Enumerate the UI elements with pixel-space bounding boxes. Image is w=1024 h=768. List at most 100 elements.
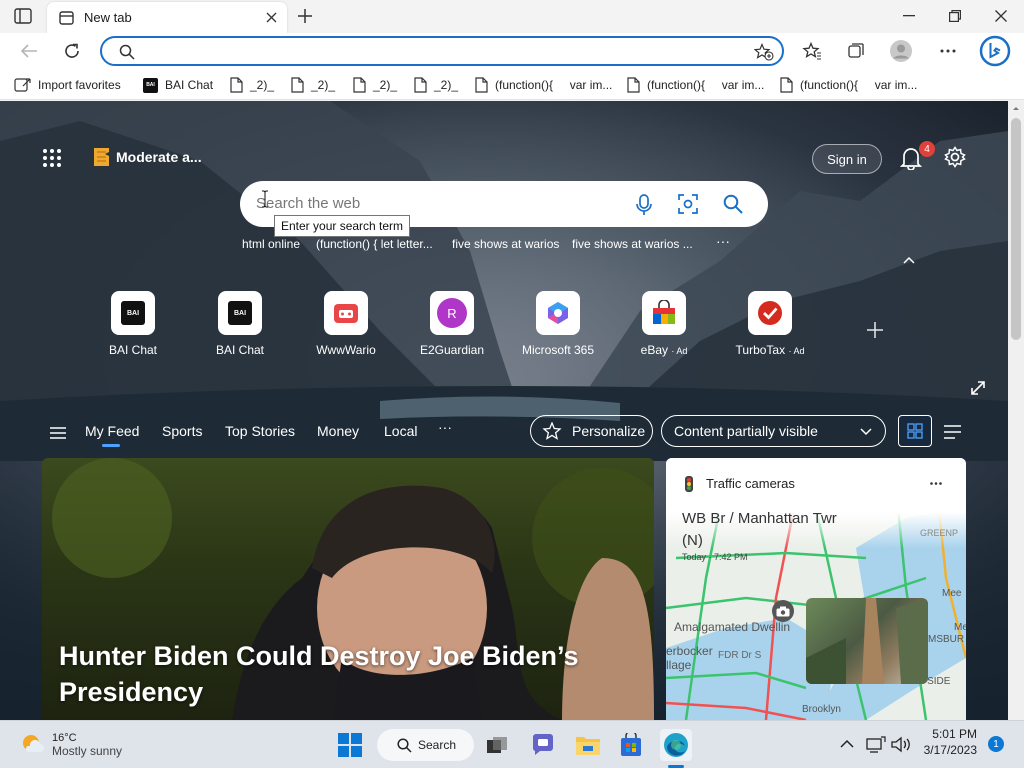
map-label: llage [666,658,692,672]
grid-layout-button[interactable] [898,415,932,447]
favorite-label: _2)_ [250,78,275,92]
feed-menu-icon[interactable] [50,427,66,439]
text-cursor-icon [262,190,268,208]
search-suggestion[interactable]: (function() { let letter... [316,237,433,251]
more-suggestions-button[interactable]: ··· [716,233,730,249]
weather-condition: Mostly sunny [52,744,123,758]
more-tabs-button[interactable]: ··· [438,419,452,435]
map-label: Me [954,622,966,633]
expand-icon[interactable] [971,381,985,395]
search-icon [119,44,135,60]
bing-icon [979,35,1011,67]
close-window-button[interactable] [978,0,1024,32]
add-favorite-icon[interactable] [754,43,774,61]
show-hidden-icons-chevron[interactable] [840,739,854,748]
camera-name: WB Br / Manhattan Twr (N) [682,510,837,549]
microphone-icon[interactable] [636,194,652,216]
quicklink-label: Microsoft 365 [521,343,595,357]
search-suggestion[interactable]: five shows at warios [452,237,559,251]
camera-pin[interactable] [772,600,794,622]
clock[interactable]: 5:01 PM 3/17/2023 [915,727,977,757]
settings-more-button[interactable] [933,37,963,65]
favorite-item[interactable]: _2)_ [291,76,335,94]
favorite-item[interactable]: (function(){ var im... [475,76,615,94]
volume-icon[interactable] [891,736,911,753]
content-visibility-dropdown[interactable]: Content partially visible [661,415,886,447]
collapse-chevron-icon[interactable] [903,256,915,264]
edge-icon [664,733,688,757]
camera-thumbnail[interactable] [806,598,928,684]
notification-center-badge[interactable]: 1 [988,736,1004,752]
favorite-bai-chat[interactable]: BAI BAI Chat [143,76,213,94]
scrollbar-thumb[interactable] [1011,118,1021,340]
page-settings-button[interactable] [944,146,966,168]
tab-money[interactable]: Money [317,423,359,439]
refresh-button[interactable] [57,37,87,65]
new-tab-button[interactable] [296,7,314,25]
tab-local[interactable]: Local [384,423,417,439]
quicklink-label: BAI Chat [215,343,265,357]
quicklink-turbotax[interactable]: TurboTax · Ad [717,291,823,357]
tab-top-stories[interactable]: Top Stories [225,423,295,439]
quicklink-wwwwario[interactable]: WwwWario [293,291,399,357]
sign-in-button[interactable]: Sign in [812,144,882,174]
network-icon[interactable] [866,736,886,753]
favorite-import[interactable]: Import favorites [14,76,121,94]
top-story-card[interactable]: Hunter Biden Could Destroy Joe Biden’s P… [42,458,654,720]
quicklink-ebay[interactable]: eBay · Ad [611,291,717,357]
taskbar-search-button[interactable]: Search [377,729,474,761]
title-bar: New tab [0,0,1024,33]
start-button[interactable] [334,729,366,761]
tab-actions-icon[interactable] [14,8,32,24]
profile-button[interactable] [886,37,916,65]
card-more-icon[interactable] [930,482,942,485]
favorite-item[interactable]: _2)_ [230,76,274,94]
tab-new-tab[interactable]: New tab [47,2,287,33]
favorite-item[interactable]: (function(){ var im... [627,76,767,94]
quicklink-e2guardian[interactable]: R E2Guardian [399,291,505,357]
task-view-button[interactable] [481,729,513,761]
search-input[interactable]: Search the web [256,195,360,212]
apps-launcher-button[interactable] [42,148,62,168]
back-arrow-icon [20,44,37,58]
favorite-label: _2)_ [373,78,398,92]
teams-chat-button[interactable] [527,729,559,761]
search-icon [397,737,412,753]
edge-taskbar-button[interactable] [660,729,692,761]
visual-search-icon[interactable] [678,194,698,214]
collections-button[interactable] [841,37,871,65]
favorite-item[interactable]: (function(){ var im... [780,76,920,94]
tab-my-feed[interactable]: My Feed [85,423,139,439]
story-headline[interactable]: Hunter Biden Could Destroy Joe Biden’s P… [59,638,619,710]
quicklink-microsoft-365[interactable]: Microsoft 365 [505,291,611,357]
camera-icon [776,606,790,616]
file-explorer-button[interactable] [572,729,604,761]
bing-chat-button[interactable] [979,35,1011,67]
favorites-button[interactable] [797,37,827,65]
minimize-button[interactable] [886,0,932,32]
notification-badge: 4 [919,141,935,157]
store-button[interactable] [615,729,647,761]
tab-sports[interactable]: Sports [162,423,202,439]
address-bar[interactable] [100,36,784,66]
favorite-item[interactable]: _2)_ [414,76,458,94]
close-tab-icon[interactable] [266,12,277,23]
safesearch-button[interactable]: Moderate a... [92,146,202,168]
add-quicklink-icon[interactable] [866,321,884,339]
refresh-icon [65,43,79,58]
weather-widget[interactable]: 16°C Mostly sunny [20,732,122,758]
back-button[interactable] [14,37,44,65]
search-suggestion[interactable]: html online [242,237,300,251]
scroll-up-icon[interactable] [1012,105,1020,111]
list-layout-icon[interactable] [944,425,962,439]
taskbar: 16°C Mostly sunny Search 5:01 PM 3/17/20… [0,720,1024,768]
quicklink-bai-chat[interactable]: BAI BAI Chat [187,291,293,357]
quicklink-bai-chat[interactable]: BAI BAI Chat [80,291,186,357]
personalize-button[interactable]: Personalize [530,415,653,447]
favorite-item[interactable]: _2)_ [353,76,397,94]
search-tooltip: Enter your search term [274,215,411,237]
restore-button[interactable] [932,0,978,32]
search-suggestion[interactable]: five shows at warios ... [572,237,693,251]
search-submit-icon[interactable] [723,194,743,214]
traffic-cameras-card[interactable]: Traffic cameras WB Br / Manhattan Twr (N… [666,458,966,720]
